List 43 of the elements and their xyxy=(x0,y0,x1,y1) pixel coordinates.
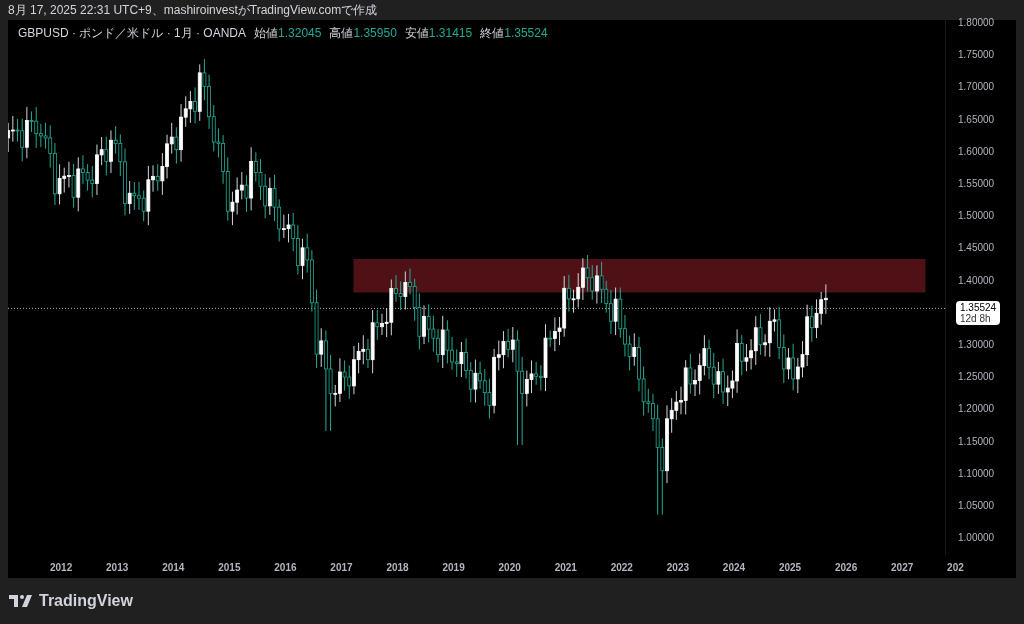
price-tick: 1.30000 xyxy=(958,338,995,352)
year-tick: 2025 xyxy=(778,561,802,575)
year-tick: 2021 xyxy=(554,561,577,575)
bar-countdown: 12d 8h xyxy=(960,313,992,325)
year-tick: 2013 xyxy=(106,561,129,575)
year-tick: 2016 xyxy=(274,561,297,575)
price-tick: 1.10000 xyxy=(958,466,995,481)
price-tick: 1.20000 xyxy=(958,402,995,417)
price-tick: 1.45000 xyxy=(958,241,995,256)
year-tick: 2019 xyxy=(442,561,465,575)
year-tick: 2023 xyxy=(666,561,689,575)
year-tick: 2024 xyxy=(722,561,746,575)
price-tick: 1.00000 xyxy=(958,531,995,546)
year-tick: 2014 xyxy=(162,561,185,575)
year-tick: 2020 xyxy=(498,561,521,575)
ohlc-value: 安値1.31415 xyxy=(404,25,473,42)
price-tick: 1.65000 xyxy=(958,112,995,127)
price-tick: 1.05000 xyxy=(958,499,995,513)
price-tick: 1.70000 xyxy=(958,80,995,95)
year-tick: 202 xyxy=(947,561,964,575)
ohlc-value: 高値1.35950 xyxy=(329,25,397,42)
price-tick: 1.60000 xyxy=(958,144,995,159)
ohlc-value: 終値1.35524 xyxy=(480,25,548,42)
ohlc-value: 始値1.32045 xyxy=(254,25,322,42)
brand-name: TradingView xyxy=(39,591,133,611)
price-tick: 1.25000 xyxy=(958,370,995,385)
year-tick: 2018 xyxy=(386,561,409,575)
year-tick: 2022 xyxy=(610,561,633,575)
price-tick: 1.55000 xyxy=(958,177,995,191)
price-tick: 1.40000 xyxy=(958,273,995,288)
price-tick: 1.80000 xyxy=(958,16,995,30)
year-tick: 2026 xyxy=(834,561,858,575)
symbol-label: GBPUSD · ポンド／米ドル · 1月 · OANDA xyxy=(18,25,247,42)
chart-caption: 8月 17, 2025 22:31 UTC+9、mashiroinvestがTradingView.comで作成 xyxy=(8,3,378,17)
price-tick: 1.15000 xyxy=(958,434,995,449)
year-tick: 2017 xyxy=(330,561,353,575)
price-tick: 1.50000 xyxy=(958,209,995,224)
logo-icon xyxy=(9,594,33,608)
last-price: 1.35524 xyxy=(960,302,997,314)
year-tick: 2015 xyxy=(218,561,241,575)
price-tick: 1.75000 xyxy=(958,48,995,63)
year-tick: 2027 xyxy=(891,561,914,575)
year-tick: 2012 xyxy=(50,561,73,575)
